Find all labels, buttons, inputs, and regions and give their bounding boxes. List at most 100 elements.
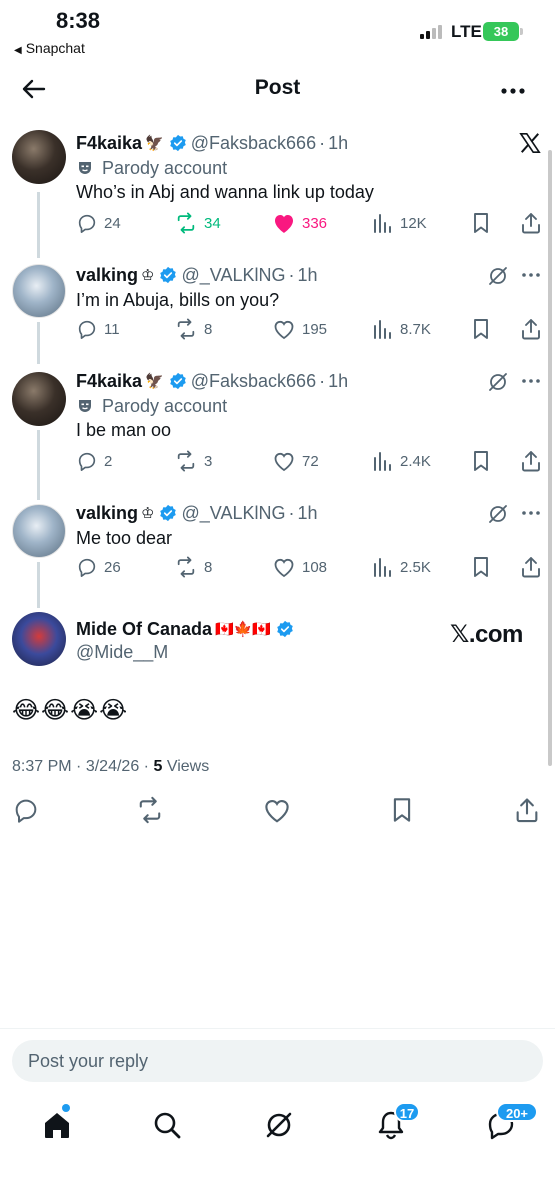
repost-count: 34 xyxy=(204,214,221,232)
reply-count: 26 xyxy=(104,558,121,576)
avatar[interactable] xyxy=(12,612,66,666)
repost-button[interactable]: 3 xyxy=(174,450,212,472)
search-icon[interactable] xyxy=(150,1108,184,1142)
avatar[interactable] xyxy=(12,372,66,426)
thread-line xyxy=(37,562,40,608)
share-icon[interactable] xyxy=(520,211,542,235)
status-bar: 8:38 ◀ Snapchat LTE 38 xyxy=(0,0,555,64)
bookmark-icon[interactable] xyxy=(470,212,492,234)
battery-icon: 38 xyxy=(483,22,523,41)
like-button[interactable]: 108 xyxy=(272,556,327,578)
like-button[interactable]: 72 xyxy=(272,450,319,472)
post-date: 3/24/26 xyxy=(85,758,140,775)
share-icon[interactable] xyxy=(520,317,542,341)
reply-icon xyxy=(78,320,96,339)
repost-count: 8 xyxy=(204,320,213,338)
parody-text: Parody account xyxy=(102,395,228,416)
display-name[interactable]: valking xyxy=(76,265,138,286)
separator-dot: · xyxy=(76,758,86,775)
views-button[interactable]: 2.4K xyxy=(372,450,431,472)
user-handle[interactable]: @_VALKlNG xyxy=(181,503,285,524)
grok-icon[interactable] xyxy=(486,264,510,288)
like-count: 195 xyxy=(302,320,328,338)
display-name[interactable]: F4kaika xyxy=(76,133,142,154)
name-emoji: ♔ xyxy=(141,505,155,522)
reply-icon xyxy=(78,452,96,471)
scrollbar[interactable] xyxy=(548,150,552,766)
repost-icon[interactable] xyxy=(135,796,165,824)
grok-icon[interactable] xyxy=(486,370,510,394)
thread-line xyxy=(37,192,40,258)
avatar[interactable] xyxy=(12,504,66,558)
parody-mask-icon xyxy=(79,400,91,412)
more-options-icon[interactable] xyxy=(521,378,541,384)
home-unread-dot xyxy=(62,1104,70,1112)
reply-count: 2 xyxy=(104,452,113,470)
reply-button[interactable]: 24 xyxy=(76,212,121,234)
bookmark-icon[interactable] xyxy=(389,796,415,824)
reply-icon[interactable] xyxy=(12,796,40,824)
x-logo-icon[interactable] xyxy=(519,132,541,154)
bookmark-icon[interactable] xyxy=(470,556,492,578)
views-count: 2.4K xyxy=(400,452,431,470)
repost-button[interactable]: 8 xyxy=(174,318,212,340)
avatar[interactable] xyxy=(12,264,66,318)
more-options-icon[interactable] xyxy=(498,76,528,106)
display-name[interactable]: Mide Of Canada xyxy=(76,619,212,640)
reply-input[interactable]: Post your reply xyxy=(12,1040,543,1082)
avatar[interactable] xyxy=(12,130,66,184)
post-text: 😂😂😭😭 xyxy=(12,697,129,724)
reply-button[interactable]: 11 xyxy=(76,318,120,340)
like-button[interactable]: 336 xyxy=(272,212,327,234)
post-text: I be man oo xyxy=(76,420,172,440)
verified-badge-icon xyxy=(277,620,293,638)
separator-dot: · xyxy=(319,132,326,153)
thread-line xyxy=(37,322,40,364)
verified-badge-icon xyxy=(169,372,186,390)
repost-button[interactable]: 34 xyxy=(174,212,221,234)
share-icon[interactable] xyxy=(514,796,540,824)
user-handle[interactable]: @Faksback666 xyxy=(191,371,316,392)
user-handle[interactable]: @Faksback666 xyxy=(191,133,316,154)
share-icon[interactable] xyxy=(520,449,542,473)
reply-count: 24 xyxy=(104,214,121,232)
repost-icon xyxy=(177,450,195,472)
heart-icon xyxy=(274,558,294,578)
reply-icon xyxy=(78,214,96,233)
grok-icon[interactable] xyxy=(262,1108,296,1142)
grok-icon[interactable] xyxy=(486,502,510,526)
views-button[interactable]: 12K xyxy=(372,212,427,234)
heart-icon[interactable] xyxy=(262,796,292,824)
share-icon[interactable] xyxy=(520,555,542,579)
post-age: 1h xyxy=(328,132,349,153)
repost-icon xyxy=(177,318,195,340)
views-button[interactable]: 2.5K xyxy=(372,556,431,578)
views-chart-icon xyxy=(374,214,391,233)
bookmark-icon[interactable] xyxy=(470,450,492,472)
reply-button[interactable]: 2 xyxy=(76,450,112,472)
back-app-label: Snapchat xyxy=(25,40,85,56)
views-button[interactable]: 8.7K xyxy=(372,318,431,340)
repost-icon xyxy=(177,556,195,578)
heart-filled-icon xyxy=(275,215,293,233)
more-options-icon[interactable] xyxy=(521,510,541,516)
like-button[interactable]: 195 xyxy=(272,318,327,340)
repost-button[interactable]: 8 xyxy=(174,556,212,578)
post-age: 1h xyxy=(297,502,318,523)
post-text: I’m in Abuja, bills on you? xyxy=(76,290,280,310)
post-actions: 11 8 195 8.7K xyxy=(76,318,546,342)
reply-icon xyxy=(78,558,96,577)
signal-icon xyxy=(420,25,442,39)
user-handle[interactable]: @_VALKlNG xyxy=(181,265,285,286)
display-name[interactable]: F4kaika xyxy=(76,371,142,392)
name-emoji: ♔ xyxy=(141,267,155,284)
back-to-app-link[interactable]: ◀ Snapchat xyxy=(14,40,85,56)
bookmark-icon[interactable] xyxy=(470,318,492,340)
reply-count: 11 xyxy=(104,320,120,338)
home-icon[interactable] xyxy=(40,1108,74,1142)
messages-badge: 20+ xyxy=(496,1102,538,1122)
separator-dot: · xyxy=(319,370,326,391)
more-options-icon[interactable] xyxy=(521,272,541,278)
reply-button[interactable]: 26 xyxy=(76,556,121,578)
display-name[interactable]: valking xyxy=(76,503,138,524)
